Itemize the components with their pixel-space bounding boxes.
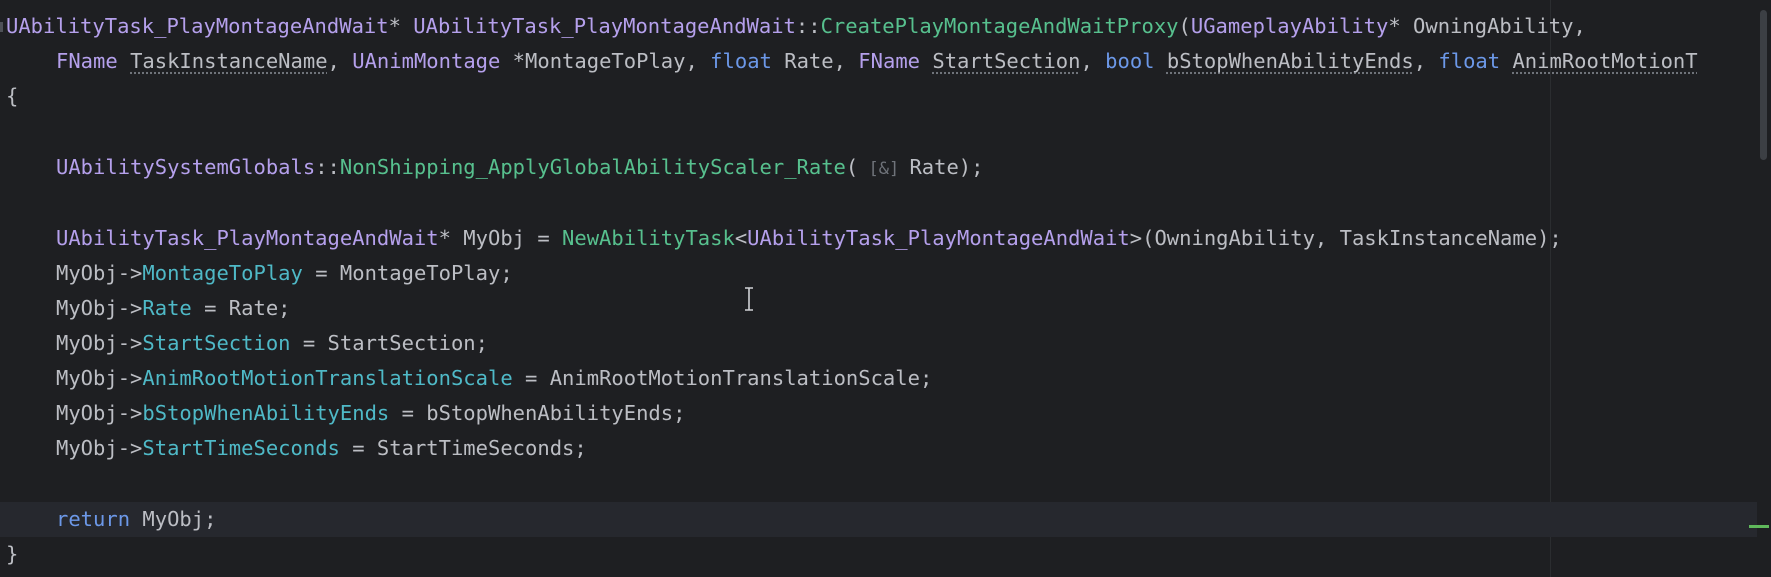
class-name: UAbilityTask_PlayMontageAndWait: [56, 226, 439, 250]
field-name: Rate: [142, 296, 192, 320]
param-name: StartSection: [932, 49, 1081, 73]
code-line[interactable]: MyObj->MontageToPlay = MontageToPlay;: [0, 256, 1771, 291]
assignment-text: = StartTimeSeconds;: [339, 436, 587, 460]
change-marker[interactable]: [1749, 525, 1769, 528]
argument-text: >(OwningAbility, TaskInstanceName);: [1129, 226, 1562, 250]
param-type: UGameplayAbility: [1190, 14, 1389, 38]
param-name: *MontageToPlay,: [500, 49, 711, 73]
code-line[interactable]: MyObj->Rate = Rate;: [0, 291, 1771, 326]
code-line[interactable]: MyObj->StartTimeSeconds = StartTimeSecon…: [0, 431, 1771, 466]
code-line[interactable]: MyObj->bStopWhenAbilityEnds = bStopWhenA…: [0, 396, 1771, 431]
template-arg: UAbilityTask_PlayMontageAndWait: [747, 226, 1130, 250]
object-ref: MyObj->: [56, 261, 143, 285]
function-name: NonShipping_ApplyGlobalAbilityScaler_Rat…: [339, 155, 846, 179]
return-type: UAbilityTask_PlayMontageAndWait: [6, 14, 389, 38]
param-rest: * OwningAbility,: [1388, 14, 1586, 38]
keyword-token: float: [1438, 49, 1501, 73]
code-line[interactable]: MyObj->AnimRootMotionTranslationScale = …: [0, 361, 1771, 396]
param-name: AnimRootMotionT: [1512, 49, 1698, 73]
keyword-token: return: [56, 507, 131, 531]
assignment-text: = bStopWhenAbilityEnds;: [389, 401, 686, 425]
scope-operator: ::: [315, 155, 340, 179]
code-text: MyObj->StartSection = StartSection;: [56, 326, 488, 361]
argument-text: Rate);: [909, 155, 984, 179]
function-name: NewAbilityTask: [562, 226, 735, 250]
code-text: UAbilitySystemGlobals::NonShipping_Apply…: [56, 150, 984, 187]
comma: ,: [1080, 49, 1106, 73]
type-token: FName: [858, 49, 921, 73]
type-token: FName: [56, 49, 118, 73]
code-line[interactable]: UAbilityTask_PlayMontageAndWait* UAbilit…: [0, 9, 1771, 44]
param-name: Rate,: [771, 49, 859, 73]
field-name: StartSection: [142, 331, 291, 355]
text-cursor-icon: [745, 287, 753, 311]
assignment-text: = AnimRootMotionTranslationScale;: [512, 366, 933, 390]
assignment-text: = StartSection;: [290, 331, 488, 355]
assignment-text: = Rate;: [191, 296, 291, 320]
code-text: UAbilityTask_PlayMontageAndWait* MyObj =…: [56, 221, 1562, 256]
object-ref: MyObj->: [56, 436, 143, 460]
code-text: return MyObj;: [56, 502, 216, 537]
code-text: MyObj->bStopWhenAbilityEnds = bStopWhenA…: [56, 396, 685, 431]
param-name: bStopWhenAbilityEnds: [1166, 49, 1414, 73]
code-line-current[interactable]: return MyObj;: [0, 502, 1771, 537]
field-name: bStopWhenAbilityEnds: [142, 401, 390, 425]
comma: ,: [327, 49, 353, 73]
scrollbar-thumb[interactable]: [1760, 10, 1767, 160]
comma: ,: [1413, 49, 1439, 73]
field-name: AnimRootMotionTranslationScale: [142, 366, 513, 390]
return-value: MyObj;: [130, 507, 217, 531]
field-name: StartTimeSeconds: [142, 436, 340, 460]
code-line[interactable]: FName TaskInstanceName, UAnimMontage *Mo…: [0, 44, 1771, 79]
open-paren: (: [1178, 14, 1191, 38]
scope-operator: ::: [795, 14, 821, 38]
field-name: MontageToPlay: [142, 261, 303, 285]
function-name: CreatePlayMontageAndWaitProxy: [820, 14, 1179, 38]
code-line[interactable]: UAbilityTask_PlayMontageAndWait* MyObj =…: [0, 221, 1771, 256]
declaration-text: * MyObj =: [438, 226, 563, 250]
class-name: UAbilityTask_PlayMontageAndWait: [413, 14, 796, 38]
keyword-token: bool: [1105, 49, 1155, 73]
code-line[interactable]: {: [0, 79, 1771, 114]
class-name: UAbilitySystemGlobals: [56, 155, 316, 179]
angle-open: <: [734, 226, 748, 250]
type-token: UAnimMontage: [352, 49, 501, 73]
param-name: TaskInstanceName: [130, 49, 328, 73]
pointer-token: *: [388, 14, 414, 38]
vertical-scrollbar[interactable]: [1757, 0, 1771, 577]
code-text: MyObj->StartTimeSeconds = StartTimeSecon…: [56, 431, 587, 466]
open-brace: {: [6, 84, 19, 108]
code-text: MyObj->AnimRootMotionTranslationScale = …: [56, 361, 932, 396]
code-line[interactable]: UAbilitySystemGlobals::NonShipping_Apply…: [0, 150, 1771, 185]
object-ref: MyObj->: [56, 331, 143, 355]
code-line[interactable]: MyObj->StartSection = StartSection;: [0, 326, 1771, 361]
object-ref: MyObj->: [56, 401, 143, 425]
code-text: UAbilityTask_PlayMontageAndWait* UAbilit…: [6, 9, 1586, 44]
code-line[interactable]: }: [0, 537, 1771, 572]
code-text: MyObj->MontageToPlay = MontageToPlay;: [56, 256, 513, 291]
code-text: MyObj->Rate = Rate;: [56, 291, 291, 326]
keyword-token: float: [710, 49, 772, 73]
object-ref: MyObj->: [56, 366, 143, 390]
code-editor[interactable]: UAbilityTask_PlayMontageAndWait* UAbilit…: [0, 0, 1771, 577]
close-brace: }: [6, 542, 19, 566]
code-text: FName TaskInstanceName, UAnimMontage *Mo…: [56, 44, 1698, 79]
parameter-hint: [&]: [858, 159, 910, 179]
assignment-text: = MontageToPlay;: [302, 261, 513, 285]
object-ref: MyObj->: [56, 296, 143, 320]
open-paren: (: [845, 155, 859, 179]
